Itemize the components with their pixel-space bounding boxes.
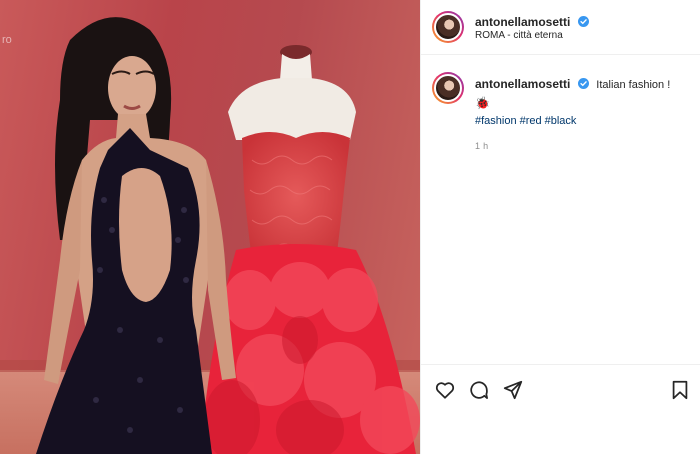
- instagram-post: ro antonellamosetti ROMA - città eterna: [0, 0, 700, 454]
- post-header: antonellamosetti ROMA - città eterna: [421, 0, 700, 55]
- post-photo[interactable]: ro: [0, 0, 420, 454]
- share-icon[interactable]: [502, 379, 524, 401]
- avatar[interactable]: [432, 11, 464, 43]
- post-side-panel: antonellamosetti ROMA - città eterna ant…: [420, 0, 700, 454]
- hashtag-list: #fashion #red #black: [475, 113, 695, 129]
- caption-avatar[interactable]: [432, 72, 464, 104]
- header-location[interactable]: ROMA - città eterna: [475, 30, 563, 41]
- verified-badge-icon: [577, 78, 589, 89]
- caption-text: Italian fashion !: [596, 79, 671, 91]
- heart-icon[interactable]: [434, 379, 456, 401]
- action-bar: [421, 364, 700, 412]
- photo-illustration: [0, 17, 420, 454]
- avatar-image: [434, 13, 462, 41]
- verified-badge-icon: [577, 16, 589, 27]
- bookmark-icon[interactable]: [669, 379, 691, 401]
- hashtag-link[interactable]: #red: [520, 115, 542, 127]
- header-username-row: antonellamosetti: [475, 13, 589, 31]
- post-timestamp: 1 h: [475, 141, 489, 151]
- caption-text-block: antonellamosetti Italian fashion ! 🐞 #fa…: [475, 76, 695, 151]
- avatar-image: [434, 74, 462, 102]
- ladybug-emoji: 🐞: [475, 96, 490, 110]
- hashtag-link[interactable]: #fashion: [475, 115, 517, 127]
- caption-username[interactable]: antonellamosetti: [475, 77, 570, 91]
- comment-icon[interactable]: [468, 379, 490, 401]
- photo-wall-text: ro: [2, 34, 12, 46]
- hashtag-link[interactable]: #black: [545, 115, 577, 127]
- header-username[interactable]: antonellamosetti: [475, 15, 570, 29]
